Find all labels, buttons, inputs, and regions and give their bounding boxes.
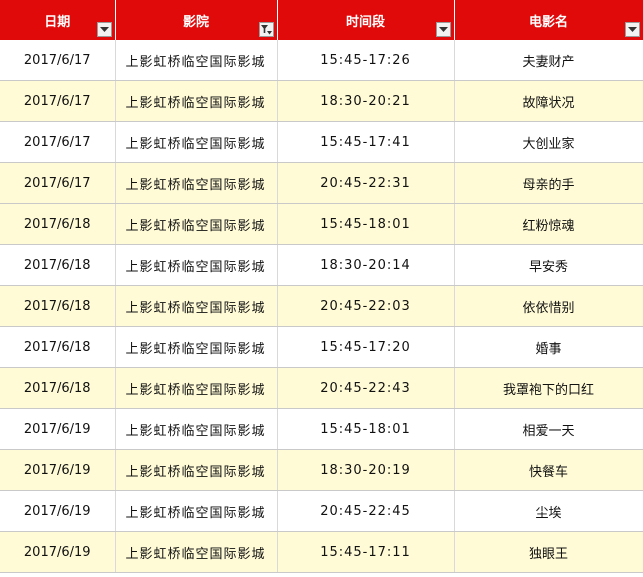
cell-movie[interactable]: 婚事 (454, 326, 643, 368)
cell-movie[interactable]: 大创业家 (454, 121, 643, 163)
header-row: 日期 影院 时间段 电影名 (0, 0, 643, 40)
table-row: 2017/6/17 上影虹桥临空国际影城 15:45-17:41 大创业家 (0, 121, 643, 163)
cell-cinema[interactable]: 上影虹桥临空国际影城 (115, 285, 278, 327)
table-row: 2017/6/18 上影虹桥临空国际影城 20:45-22:03 依依惜别 (0, 285, 643, 327)
cell-date[interactable]: 2017/6/18 (0, 244, 116, 286)
cell-cinema[interactable]: 上影虹桥临空国际影城 (115, 367, 278, 409)
cell-movie[interactable]: 尘埃 (454, 490, 643, 532)
cell-time[interactable]: 18:30-20:19 (277, 449, 455, 491)
cell-date[interactable]: 2017/6/17 (0, 40, 116, 81)
cell-date[interactable]: 2017/6/17 (0, 162, 116, 204)
header-date-label: 日期 (44, 14, 71, 30)
cell-cinema[interactable]: 上影虹桥临空国际影城 (115, 80, 278, 122)
cell-time[interactable]: 15:45-17:20 (277, 326, 455, 368)
cell-movie[interactable]: 母亲的手 (454, 162, 643, 204)
cell-cinema[interactable]: 上影虹桥临空国际影城 (115, 121, 278, 163)
table-row: 2017/6/19 上影虹桥临空国际影城 18:30-20:19 快餐车 (0, 449, 643, 491)
table-row: 2017/6/18 上影虹桥临空国际影城 15:45-18:01 红粉惊魂 (0, 203, 643, 245)
dropdown-arrow-icon (627, 26, 637, 32)
cell-time[interactable]: 15:45-18:01 (277, 203, 455, 245)
filter-movie-button[interactable] (624, 22, 640, 37)
header-cinema: 影院 (115, 0, 278, 40)
cell-movie[interactable]: 红粉惊魂 (454, 203, 643, 245)
cell-date[interactable]: 2017/6/18 (0, 367, 116, 409)
cell-cinema[interactable]: 上影虹桥临空国际影城 (115, 203, 278, 245)
cell-movie[interactable]: 故障状况 (454, 80, 643, 122)
header-movie: 电影名 (454, 0, 643, 40)
cell-cinema[interactable]: 上影虹桥临空国际影城 (115, 326, 278, 368)
dropdown-arrow-icon (438, 26, 448, 32)
cell-cinema[interactable]: 上影虹桥临空国际影城 (115, 244, 278, 286)
cell-movie[interactable]: 相爱一天 (454, 408, 643, 450)
cell-cinema[interactable]: 上影虹桥临空国际影城 (115, 162, 278, 204)
header-cinema-label: 影院 (182, 14, 209, 30)
filter-cinema-button[interactable] (258, 22, 274, 37)
cell-date[interactable]: 2017/6/19 (0, 490, 116, 532)
cell-time[interactable]: 18:30-20:21 (277, 80, 455, 122)
cell-cinema[interactable]: 上影虹桥临空国际影城 (115, 408, 278, 450)
cell-cinema[interactable]: 上影虹桥临空国际影城 (115, 449, 278, 491)
cell-time[interactable]: 18:30-20:14 (277, 244, 455, 286)
table-row: 2017/6/17 上影虹桥临空国际影城 15:45-17:26 夫妻财产 (0, 40, 643, 81)
table-row: 2017/6/19 上影虹桥临空国际影城 20:45-22:45 尘埃 (0, 490, 643, 532)
cell-date[interactable]: 2017/6/19 (0, 408, 116, 450)
cell-date[interactable]: 2017/6/18 (0, 285, 116, 327)
cell-date[interactable]: 2017/6/19 (0, 449, 116, 491)
cell-date[interactable]: 2017/6/17 (0, 80, 116, 122)
cell-cinema[interactable]: 上影虹桥临空国际影城 (115, 40, 278, 81)
filter-time-button[interactable] (435, 22, 451, 37)
table-row: 2017/6/18 上影虹桥临空国际影城 18:30-20:14 早安秀 (0, 244, 643, 286)
cell-time[interactable]: 20:45-22:45 (277, 490, 455, 532)
cell-movie[interactable]: 依依惜别 (454, 285, 643, 327)
cell-time[interactable]: 20:45-22:03 (277, 285, 455, 327)
filter-active-icon (260, 24, 272, 34)
table-row: 2017/6/17 上影虹桥临空国际影城 20:45-22:31 母亲的手 (0, 162, 643, 204)
cell-date[interactable]: 2017/6/18 (0, 203, 116, 245)
cell-movie[interactable]: 独眼王 (454, 531, 643, 573)
table-row: 2017/6/19 上影虹桥临空国际影城 15:45-18:01 相爱一天 (0, 408, 643, 450)
table-row: 2017/6/17 上影虹桥临空国际影城 18:30-20:21 故障状况 (0, 80, 643, 122)
cell-date[interactable]: 2017/6/19 (0, 531, 116, 573)
header-movie-label: 电影名 (528, 14, 568, 30)
schedule-table: 日期 影院 时间段 电影名 2017/6/17 上影虹桥临空国际影城 15:45… (0, 0, 643, 573)
cell-time[interactable]: 15:45-17:26 (277, 40, 455, 81)
cell-time[interactable]: 20:45-22:31 (277, 162, 455, 204)
cell-movie[interactable]: 早安秀 (454, 244, 643, 286)
cell-cinema[interactable]: 上影虹桥临空国际影城 (115, 531, 278, 573)
header-date: 日期 (0, 0, 116, 40)
cell-time[interactable]: 20:45-22:43 (277, 367, 455, 409)
cell-time[interactable]: 15:45-17:41 (277, 121, 455, 163)
filter-date-button[interactable] (96, 22, 112, 37)
cell-movie[interactable]: 夫妻财产 (454, 40, 643, 81)
cell-movie[interactable]: 我罩袍下的口红 (454, 367, 643, 409)
cell-time[interactable]: 15:45-18:01 (277, 408, 455, 450)
header-time: 时间段 (277, 0, 455, 40)
cell-date[interactable]: 2017/6/18 (0, 326, 116, 368)
dropdown-arrow-icon (99, 26, 109, 32)
table-row: 2017/6/18 上影虹桥临空国际影城 15:45-17:20 婚事 (0, 326, 643, 368)
table-row: 2017/6/18 上影虹桥临空国际影城 20:45-22:43 我罩袍下的口红 (0, 367, 643, 409)
cell-date[interactable]: 2017/6/17 (0, 121, 116, 163)
table-row: 2017/6/19 上影虹桥临空国际影城 15:45-17:11 独眼王 (0, 531, 643, 573)
cell-movie[interactable]: 快餐车 (454, 449, 643, 491)
header-time-label: 时间段 (345, 14, 385, 30)
cell-cinema[interactable]: 上影虹桥临空国际影城 (115, 490, 278, 532)
cell-time[interactable]: 15:45-17:11 (277, 531, 455, 573)
